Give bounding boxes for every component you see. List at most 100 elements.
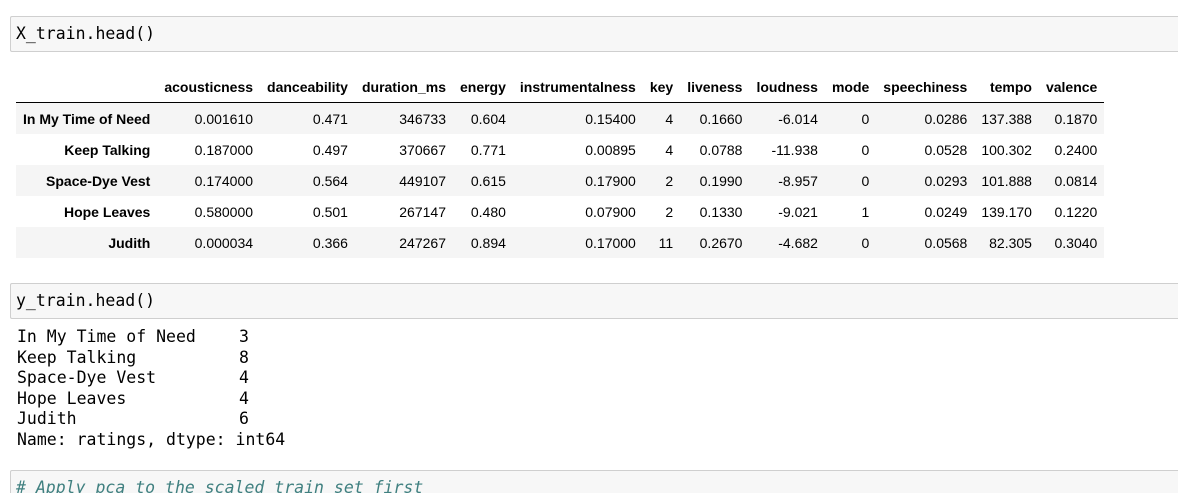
table-cell: -6.014: [778, 110, 818, 127]
table-cell: 0.2670: [699, 234, 743, 251]
table-cell: 0.1660: [699, 110, 743, 127]
series-value: 3: [239, 327, 249, 346]
code-text: y_train.head(): [16, 291, 156, 310]
index-header: [16, 72, 158, 103]
column-header: tempo: [974, 72, 1039, 103]
table-cell: 2: [665, 172, 674, 189]
code-comment: # Apply pca to the scaled train set firs…: [16, 478, 424, 493]
table-cell: 0.497: [312, 141, 348, 158]
table-cell: 0.15400: [585, 110, 636, 127]
table-cell: 101.888: [981, 172, 1032, 189]
series-label: Hope Leaves: [17, 388, 127, 408]
series-value: 4: [239, 388, 249, 408]
series-label: Keep Talking: [17, 347, 137, 367]
series-label: Space-Dye Vest: [17, 368, 157, 387]
table-cell: 0.001610: [194, 110, 254, 127]
table-row: Judith 0.000034 0.366 247267 0.894 0.17000 11 0…: [16, 227, 1105, 258]
table-cell: 1: [861, 203, 870, 220]
table-row: Hope Leaves 0.580000 0.501 267147 0.480 0.079…: [16, 196, 1104, 227]
table-cell: 139.170: [981, 203, 1032, 220]
column-header: acousticness: [157, 72, 261, 103]
series-label: In My Time of Need: [17, 327, 196, 346]
column-header: loudness: [749, 72, 825, 103]
table-cell: 267147: [399, 203, 446, 220]
column-header: liveness: [680, 72, 750, 103]
table-cell: 0.0568: [924, 234, 968, 251]
table-cell: 0: [861, 172, 870, 189]
table-cell: 0.17000: [585, 234, 636, 251]
dataframe-output-table: acousticness danceability duration_ms en…: [16, 72, 1105, 258]
table-cell: 0: [861, 234, 870, 251]
table-cell: 0.615: [470, 172, 506, 189]
table-cell: 0.564: [312, 172, 348, 189]
table-cell: 449107: [399, 172, 446, 189]
table-cell: 0.894: [470, 234, 506, 251]
code-cell-pca-comment[interactable]: # Apply pca to the scaled train set firs…: [10, 470, 1178, 493]
series-label: Judith: [17, 409, 77, 428]
row-index-label: Keep Talking: [64, 141, 151, 158]
table-row: Space-Dye Vest 0.174000 0.564 449107 0.615 0.…: [16, 165, 1105, 196]
table-cell: 0.174000: [194, 172, 254, 189]
column-header: mode: [824, 72, 877, 103]
table-cell: 0.3040: [1054, 234, 1098, 251]
column-header: speechiness: [876, 72, 975, 103]
code-cell-x-train-head[interactable]: X_train.head(): [10, 16, 1178, 52]
series-value: 4: [239, 368, 249, 387]
table-cell: 0.1220: [1054, 203, 1098, 220]
series-value: 8: [239, 347, 249, 367]
series-footer: Name: ratings, dtype: int64: [17, 429, 286, 449]
table-cell: 2: [665, 203, 674, 220]
table-cell: 0.1330: [699, 203, 743, 220]
series-row: Space-Dye Vest 4: [17, 368, 285, 389]
table-cell: 370667: [399, 141, 446, 158]
table-cell: 0.366: [312, 234, 348, 251]
series-output: In My Time of Need 3 Keep Talking 8 Space-Dy…: [17, 327, 285, 450]
table-cell: 82.305: [989, 234, 1032, 251]
table-cell: 137.388: [981, 110, 1032, 127]
table-cell: 0.2400: [1054, 141, 1098, 158]
table-cell: 0.471: [312, 110, 348, 127]
table-header-row: acousticness danceability duration_ms en…: [16, 72, 1105, 103]
column-header: energy: [452, 72, 513, 103]
table-cell: 11: [658, 234, 674, 251]
table-cell: 0.580000: [194, 203, 254, 220]
table-cell: 0.0286: [924, 110, 968, 127]
table-cell: 0.07900: [585, 203, 636, 220]
column-header: key: [642, 72, 681, 103]
table-cell: 0.000034: [194, 234, 254, 251]
table-cell: 0.0293: [924, 172, 968, 189]
table-cell: -9.021: [778, 203, 818, 220]
table-cell: 0.0788: [699, 141, 743, 158]
table-cell: 0.771: [470, 141, 506, 158]
table-cell: 0.604: [470, 110, 506, 127]
table-cell: 0.1870: [1054, 110, 1098, 127]
series-row: Hope Leaves 4: [17, 389, 285, 410]
table-cell: 0.0528: [924, 141, 968, 158]
table-cell: 0.480: [470, 203, 506, 220]
table-cell: 0: [861, 141, 870, 158]
table-row: In My Time of Need 0.001610 0.471 346733 0.6…: [16, 102, 1105, 134]
table-cell: 0.1990: [699, 172, 743, 189]
series-row: Keep Talking 8: [17, 348, 285, 369]
table-cell: 100.302: [981, 141, 1032, 158]
series-row: Judith 6: [17, 409, 285, 430]
table-cell: 346733: [399, 110, 446, 127]
column-header: instrumentalness: [512, 72, 643, 103]
table-cell: 4: [665, 141, 674, 158]
column-header: duration_ms: [354, 72, 453, 103]
table-row: Keep Talking 0.187000 0.497 370667 0.771 0.00…: [16, 134, 1104, 165]
table-cell: 0.17900: [585, 172, 636, 189]
series-row: In My Time of Need 3: [17, 327, 285, 348]
row-index-label: Space-Dye Vest: [46, 172, 151, 189]
table-cell: -11.938: [771, 141, 818, 158]
table-cell: 0: [861, 110, 870, 127]
row-index-label: In My Time of Need: [23, 110, 151, 127]
code-cell-y-train-head[interactable]: y_train.head(): [10, 283, 1178, 319]
table-cell: 4: [665, 110, 674, 127]
table-cell: 0.501: [312, 203, 348, 220]
series-value: 6: [239, 409, 249, 428]
table-cell: 0.0249: [924, 203, 968, 220]
table-cell: 0.00895: [585, 141, 636, 158]
row-index-label: Judith: [108, 234, 151, 251]
column-header: danceability: [260, 72, 355, 103]
